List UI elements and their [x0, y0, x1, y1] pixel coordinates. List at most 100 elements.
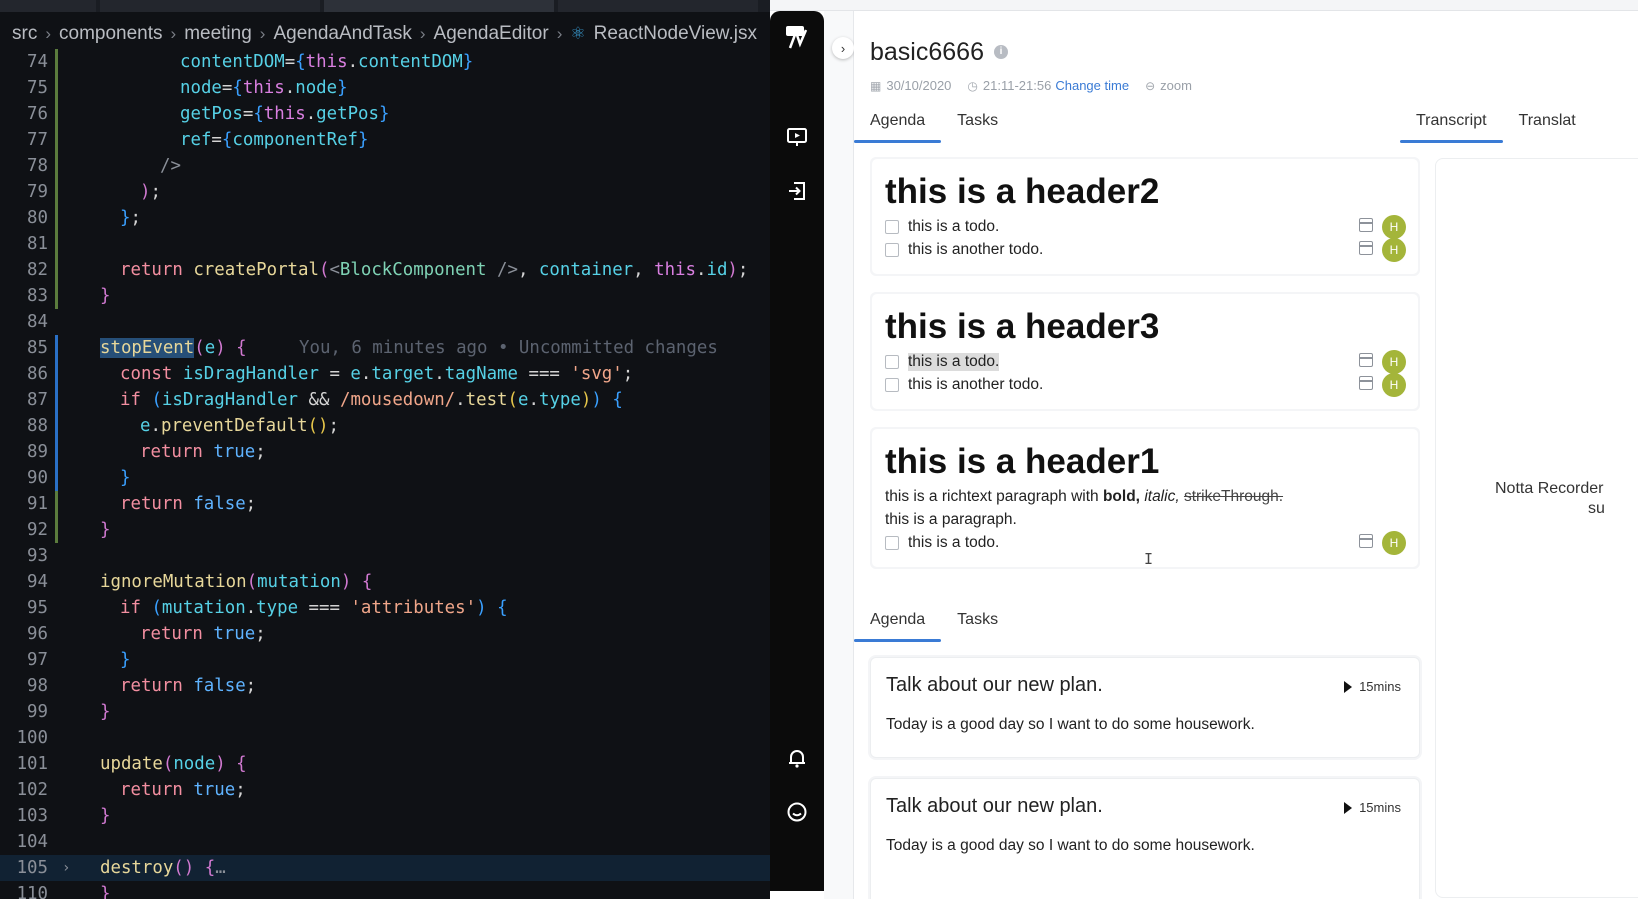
code-line[interactable]: 97}: [0, 647, 770, 673]
todo-checkbox[interactable]: [885, 355, 899, 369]
todo-item[interactable]: this is another todo. H: [885, 238, 1406, 262]
todo-text[interactable]: this is a todo.: [908, 218, 999, 236]
todo-text-selected[interactable]: this is a todo.: [908, 353, 1000, 371]
avatar[interactable]: H: [1382, 238, 1406, 262]
agenda-item-description[interactable]: Today is a good day so I want to do some…: [886, 837, 1255, 855]
code-line[interactable]: 74 contentDOM={this.contentDOM}: [0, 49, 770, 75]
block-header[interactable]: this is a header3: [885, 307, 1159, 347]
code-line[interactable]: 82 return createPortal(<BlockComponent />…: [0, 257, 770, 283]
code-line[interactable]: 83}: [0, 283, 770, 309]
code-line-current[interactable]: 105 › destroy() {…: [0, 855, 770, 881]
code-line[interactable]: 91 return false;: [0, 491, 770, 517]
info-icon[interactable]: i: [994, 45, 1008, 59]
calendar-icon[interactable]: [1359, 218, 1373, 232]
tab-agenda[interactable]: Agenda: [854, 606, 942, 642]
agenda-item-title[interactable]: Talk about our new plan.: [886, 674, 1103, 697]
change-time-link[interactable]: Change time: [1055, 78, 1129, 93]
todo-checkbox[interactable]: [885, 378, 899, 392]
code-line[interactable]: 84: [0, 309, 770, 335]
agenda-block-card[interactable]: this is a header2 this is a todo. H this…: [870, 157, 1420, 276]
code-line[interactable]: 94 ignoreMutation(mutation) {: [0, 569, 770, 595]
code-line[interactable]: 81: [0, 231, 770, 257]
editor-tab[interactable]: [0, 0, 96, 12]
tab-agenda[interactable]: Agenda: [854, 107, 942, 143]
agenda-item-duration[interactable]: 15mins: [1344, 800, 1401, 815]
code-line[interactable]: 100: [0, 725, 770, 751]
editor-tab[interactable]: [558, 0, 758, 12]
todo-checkbox[interactable]: [885, 243, 899, 257]
breadcrumb-item[interactable]: AgendaAndTask: [273, 23, 411, 45]
agenda-item-title[interactable]: Talk about our new plan.: [886, 795, 1103, 818]
play-icon[interactable]: [1344, 680, 1353, 693]
code-line[interactable]: 90}: [0, 465, 770, 491]
agenda-item-duration[interactable]: 15mins: [1344, 679, 1401, 694]
agenda-block-card[interactable]: this is a header1 this is a richtext par…: [870, 427, 1420, 569]
code-line[interactable]: 102 return true;: [0, 777, 770, 803]
todo-item[interactable]: this is a todo. H: [885, 215, 1406, 239]
bell-icon[interactable]: [783, 744, 811, 772]
code-line[interactable]: 80};: [0, 205, 770, 231]
todo-text[interactable]: this is a todo.: [908, 534, 999, 552]
tab-tasks[interactable]: Tasks: [941, 606, 1014, 642]
calendar-icon[interactable]: [1359, 376, 1373, 390]
todo-text[interactable]: this is another todo.: [908, 376, 1043, 394]
editor-tab-active[interactable]: [324, 0, 554, 12]
calendar-icon[interactable]: [1359, 534, 1373, 548]
breadcrumb-item[interactable]: AgendaEditor: [434, 23, 549, 45]
code-line[interactable]: 88 e.preventDefault();: [0, 413, 770, 439]
code-line[interactable]: 87 if (isDragHandler && /mousedown/.test(…: [0, 387, 770, 413]
code-line[interactable]: 103}: [0, 803, 770, 829]
tab-translate[interactable]: Translat: [1503, 107, 1592, 143]
code-line[interactable]: 76 getPos={this.getPos}: [0, 101, 770, 127]
todo-item[interactable]: this is another todo. H: [885, 373, 1406, 397]
calendar-icon[interactable]: [1359, 353, 1373, 367]
richtext-paragraph[interactable]: this is a richtext paragraph with bold, …: [885, 488, 1283, 506]
avatar[interactable]: H: [1382, 531, 1406, 555]
smile-icon[interactable]: [783, 798, 811, 826]
avatar[interactable]: H: [1382, 350, 1406, 374]
logout-icon[interactable]: [783, 177, 811, 205]
play-icon[interactable]: [1344, 801, 1353, 814]
block-header[interactable]: this is a header1: [885, 442, 1159, 482]
chevron-right-icon[interactable]: ›: [832, 37, 854, 59]
calendar-icon[interactable]: [1359, 241, 1373, 255]
code-line[interactable]: 78/>: [0, 153, 770, 179]
fold-chevron-icon[interactable]: ›: [62, 855, 70, 881]
agenda-block-card[interactable]: this is a header3 this is a todo. H this…: [870, 292, 1420, 411]
code-line[interactable]: 85 stopEvent(e) { You, 6 minutes ago • Un…: [0, 335, 770, 361]
agenda-item-card[interactable]: Talk about our new plan. 15mins Today is…: [870, 657, 1420, 758]
code-line[interactable]: 98 return false;: [0, 673, 770, 699]
editor-tab-strip[interactable]: [0, 0, 770, 12]
code-line[interactable]: 99}: [0, 699, 770, 725]
todo-text[interactable]: this is another todo.: [908, 241, 1043, 259]
agenda-item-description[interactable]: Today is a good day so I want to do some…: [886, 716, 1255, 734]
notta-logo-icon[interactable]: [783, 23, 811, 51]
todo-checkbox[interactable]: [885, 536, 899, 550]
page-title[interactable]: basic6666: [870, 38, 984, 67]
breadcrumb-item[interactable]: ReactNodeView.jsx: [594, 23, 757, 45]
agenda-item-card[interactable]: Talk about our new plan. 15mins Today is…: [870, 778, 1420, 899]
code-line[interactable]: 110}: [0, 881, 770, 899]
code-line[interactable]: 92}: [0, 517, 770, 543]
block-header[interactable]: this is a header2: [885, 172, 1159, 212]
code-line[interactable]: 95 if (mutation.type === 'attributes') {: [0, 595, 770, 621]
tab-tasks[interactable]: Tasks: [941, 107, 1014, 143]
avatar[interactable]: H: [1382, 373, 1406, 397]
code-line[interactable]: 86 const isDragHandler = e.target.tagName…: [0, 361, 770, 387]
avatar[interactable]: H: [1382, 215, 1406, 239]
presentation-icon[interactable]: [783, 123, 811, 151]
breadcrumb-item[interactable]: src: [12, 23, 37, 45]
breadcrumb-item[interactable]: components: [59, 23, 163, 45]
todo-item[interactable]: this is a todo. H: [885, 350, 1406, 374]
code-line[interactable]: 77 ref={componentRef}: [0, 127, 770, 153]
paragraph[interactable]: this is a paragraph.: [885, 511, 1017, 529]
code-area[interactable]: 74 contentDOM={this.contentDOM} 75 node={t…: [0, 49, 770, 899]
code-line[interactable]: 75 node={this.node}: [0, 75, 770, 101]
todo-checkbox[interactable]: [885, 220, 899, 234]
code-line[interactable]: 89 return true;: [0, 439, 770, 465]
code-line[interactable]: 101 update(node) {: [0, 751, 770, 777]
code-line[interactable]: 93: [0, 543, 770, 569]
code-line[interactable]: 96 return true;: [0, 621, 770, 647]
editor-tab[interactable]: [100, 0, 320, 12]
breadcrumb-item[interactable]: meeting: [184, 23, 252, 45]
